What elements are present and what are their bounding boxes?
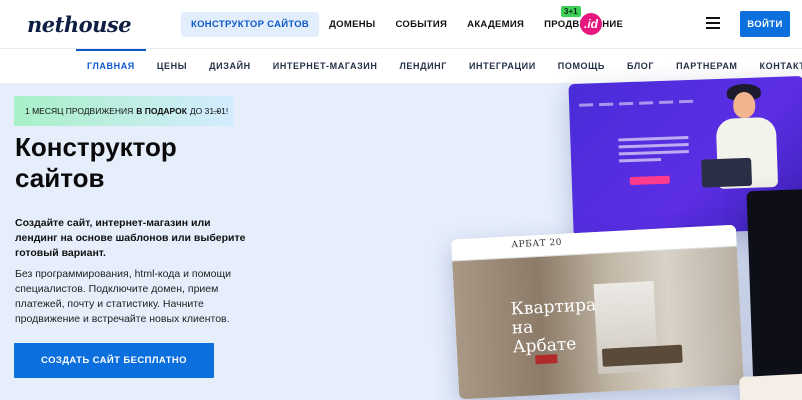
arbat-heading: Квартира на Арбате bbox=[510, 295, 597, 358]
subnav-item-shop[interactable]: ИНТЕРНЕТ-МАГАЗИН bbox=[262, 49, 389, 84]
subnav-item-landing[interactable]: ЛЕНДИНГ bbox=[388, 49, 458, 84]
menu-icon[interactable] bbox=[706, 17, 720, 29]
hero-subtitle: Создайте сайт, интернет-магазин или ленд… bbox=[15, 217, 246, 259]
sub-navbar: ГЛАВНАЯ ЦЕНЫ ДИЗАЙН ИНТЕРНЕТ-МАГАЗИН ЛЕН… bbox=[0, 49, 802, 84]
nav-item-events[interactable]: СОБЫТИЯ bbox=[385, 12, 457, 37]
promo-text-prefix: 1 МЕСЯЦ ПРОДВИЖЕНИЯ bbox=[25, 106, 134, 116]
promo-banner[interactable]: 1 МЕСЯЦ ПРОДВИЖЕНИЯ В ПОДАРОК ДО 31.01! … bbox=[14, 96, 234, 126]
subnav-item-help[interactable]: ПОМОЩЬ bbox=[547, 49, 616, 84]
nav-item-academy[interactable]: АКАДЕМИЯ bbox=[457, 12, 534, 37]
nav-item-constructor[interactable]: КОНСТРУКТОР САЙТОВ bbox=[181, 12, 320, 37]
create-site-button[interactable]: СОЗДАТЬ САЙТ БЕСПЛАТНО bbox=[14, 343, 214, 378]
nav-item-domains[interactable]: ДОМЕНЫ bbox=[319, 12, 385, 37]
laptop-illustration bbox=[701, 157, 753, 188]
subnav-item-blog[interactable]: БЛОГ bbox=[616, 49, 665, 84]
promo-text-suffix: ДО 31.01! bbox=[189, 106, 229, 116]
template-preview-bottom bbox=[739, 372, 802, 400]
arbat-logo: АРБАТ 20 bbox=[511, 237, 563, 251]
promo-text-bold: В ПОДАРОК bbox=[136, 106, 187, 116]
arrow-right-icon: → bbox=[211, 104, 222, 116]
template-preview-arbat: АРБАТ 20 Квартира на Арбате bbox=[451, 224, 744, 400]
subnav-item-design[interactable]: ДИЗАЙН bbox=[198, 49, 262, 84]
page-title: Конструктор сайтов bbox=[15, 132, 177, 193]
id-logo-icon[interactable]: .id bbox=[580, 13, 602, 35]
promo-badge: 3+1 bbox=[561, 6, 581, 17]
login-button[interactable]: ВОЙТИ bbox=[740, 11, 790, 37]
subnav-item-integrations[interactable]: ИНТЕГРАЦИИ bbox=[458, 49, 547, 84]
hero-description: Без программирования, html-кода и помощи… bbox=[15, 268, 231, 325]
template-preview-dark bbox=[746, 188, 802, 392]
top-navbar: nethouse КОНСТРУКТОР САЙТОВ ДОМЕНЫ СОБЫТ… bbox=[0, 0, 802, 49]
subnav-item-home[interactable]: ГЛАВНАЯ bbox=[76, 49, 146, 84]
nethouse-logo[interactable]: nethouse bbox=[27, 12, 132, 37]
subnav-item-prices[interactable]: ЦЕНЫ bbox=[146, 49, 198, 84]
